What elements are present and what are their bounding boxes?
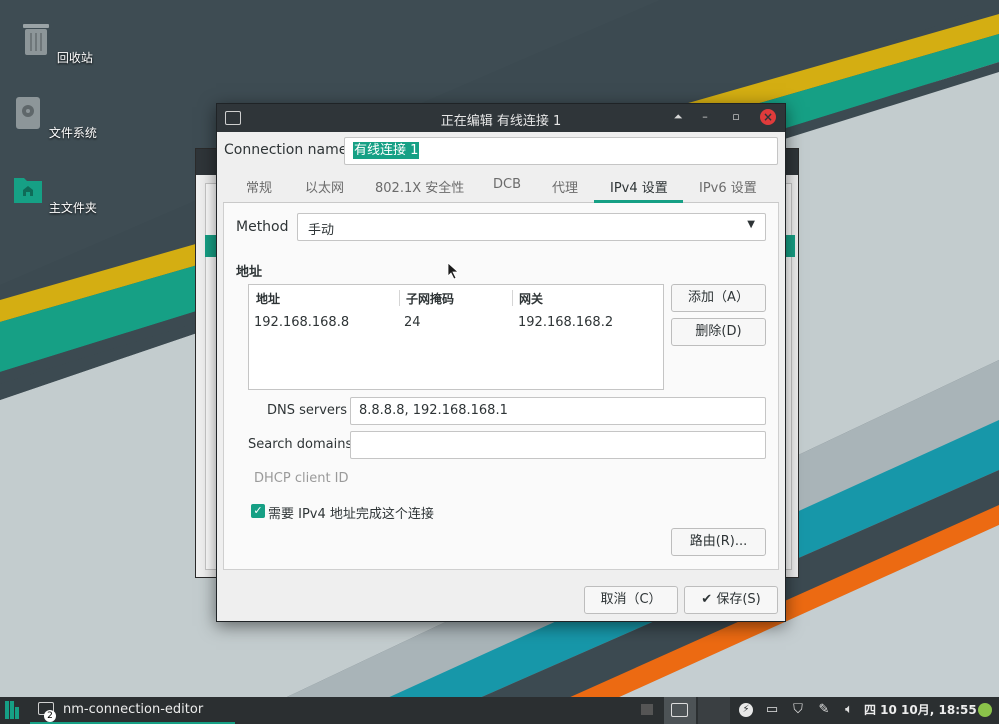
tab-proxy[interactable]: 代理 [552, 177, 578, 196]
delete-address-button[interactable]: 删除(D) [671, 318, 766, 346]
connection-name-value: 有线连接 1 [353, 142, 420, 159]
tab-ipv6-settings[interactable]: IPv6 设置 [699, 177, 757, 196]
tab-ipv4-settings[interactable]: IPv4 设置 [610, 177, 668, 196]
search-domains-label: Search domains [248, 437, 353, 452]
task-count-badge: 2 [44, 710, 56, 722]
search-domains-field[interactable] [350, 431, 766, 459]
clipboard-icon[interactable]: ✎ [817, 703, 831, 717]
tab-general[interactable]: 常规 [246, 177, 272, 196]
table-header-netmask[interactable]: 子网掩码 [406, 290, 454, 307]
connection-name-label: Connection name [224, 142, 348, 158]
cell-gateway[interactable]: 192.168.168.2 [518, 315, 613, 330]
dns-servers-field[interactable]: 8.8.8.8, 192.168.168.1 [350, 397, 766, 425]
close-icon[interactable]: × [760, 109, 776, 125]
trash-icon [23, 24, 50, 55]
app-menu-icon[interactable] [5, 701, 20, 719]
dhcp-client-id-label: DHCP client ID [254, 471, 349, 486]
save-button-label: 保存(S) [716, 592, 761, 607]
volume-icon[interactable]: 🔈︎ [842, 703, 856, 717]
column-separator [512, 290, 513, 306]
add-address-button[interactable]: 添加（A） [671, 284, 766, 312]
shield-icon[interactable]: ⛉ [791, 703, 805, 717]
require-ipv4-label[interactable]: 需要 IPv4 地址完成这个连接 [268, 503, 434, 522]
edit-connection-dialog: 正在编辑 有线连接 1 ⏶ – ▫ × Connection name 有线连接… [216, 103, 786, 622]
method-label: Method [236, 219, 289, 235]
home-folder-icon [14, 178, 43, 203]
column-separator [399, 290, 400, 306]
connection-name-field[interactable]: 有线连接 1 [344, 137, 778, 165]
chevron-down-icon: ▼ [747, 219, 755, 230]
checkmark-icon: ✔ [701, 592, 713, 607]
table-header-address[interactable]: 地址 [256, 290, 280, 307]
task-label: nm-connection-editor [63, 702, 204, 717]
taskbar: 2 nm-connection-editor ⚡ ▭ ⛉ ✎ 🔈︎ 四 10 1… [0, 697, 999, 724]
power-status-icon[interactable] [978, 703, 992, 717]
routes-button[interactable]: 路由(R)... [671, 528, 766, 556]
task-button[interactable]: 2 nm-connection-editor [30, 697, 235, 724]
minimize-icon[interactable]: – [697, 109, 713, 125]
desktop-icon-label: 主文件夹 [48, 201, 97, 215]
workspace-3[interactable] [698, 697, 730, 724]
update-icon[interactable]: ⚡ [739, 703, 753, 717]
desktop-icon-trash[interactable]: 回收站 [11, 20, 101, 66]
shade-icon[interactable]: ⏶ [670, 109, 686, 125]
network-wired-icon [671, 703, 688, 717]
address-table[interactable]: 地址 子网掩码 网关 192.168.168.8 24 192.168.168.… [248, 284, 664, 390]
dialog-titlebar[interactable]: 正在编辑 有线连接 1 ⏶ – ▫ × [217, 104, 785, 132]
mouse-cursor-icon [447, 262, 459, 280]
display-icon[interactable]: ▭ [765, 703, 779, 717]
save-button[interactable]: ✔ 保存(S) [684, 586, 778, 614]
settings-tabs: 常规 以太网 802.1X 安全性 DCB 代理 IPv4 设置 IPv6 设置 [223, 170, 779, 203]
maximize-icon[interactable]: ▫ [728, 109, 744, 125]
require-ipv4-checkbox[interactable]: ✓ [251, 504, 265, 518]
tab-8021x-security[interactable]: 802.1X 安全性 [375, 177, 464, 196]
table-header-gateway[interactable]: 网关 [519, 290, 543, 307]
desktop-icon-label: 回收站 [56, 51, 93, 65]
addresses-heading: 地址 [236, 265, 263, 280]
dns-servers-label: DNS servers [267, 403, 348, 418]
workspace-1[interactable] [634, 697, 662, 724]
desktop-icon-label: 文件系统 [48, 126, 97, 140]
desktop-icon-home[interactable]: 主文件夹 [9, 170, 99, 216]
method-value: 手动 [308, 223, 335, 238]
method-select[interactable]: 手动 ▼ [297, 213, 766, 241]
cell-address[interactable]: 192.168.168.8 [254, 315, 349, 330]
tab-dcb[interactable]: DCB [493, 177, 521, 192]
workspace-2[interactable] [664, 697, 696, 724]
desktop-icon-filesystem[interactable]: 文件系统 [9, 95, 99, 141]
cell-netmask[interactable]: 24 [404, 315, 421, 330]
harddisk-icon [16, 97, 41, 129]
tab-ethernet[interactable]: 以太网 [305, 177, 344, 196]
cancel-button[interactable]: 取消（C） [584, 586, 678, 614]
clock[interactable]: 四 10 10月, 18:55 [864, 697, 977, 724]
